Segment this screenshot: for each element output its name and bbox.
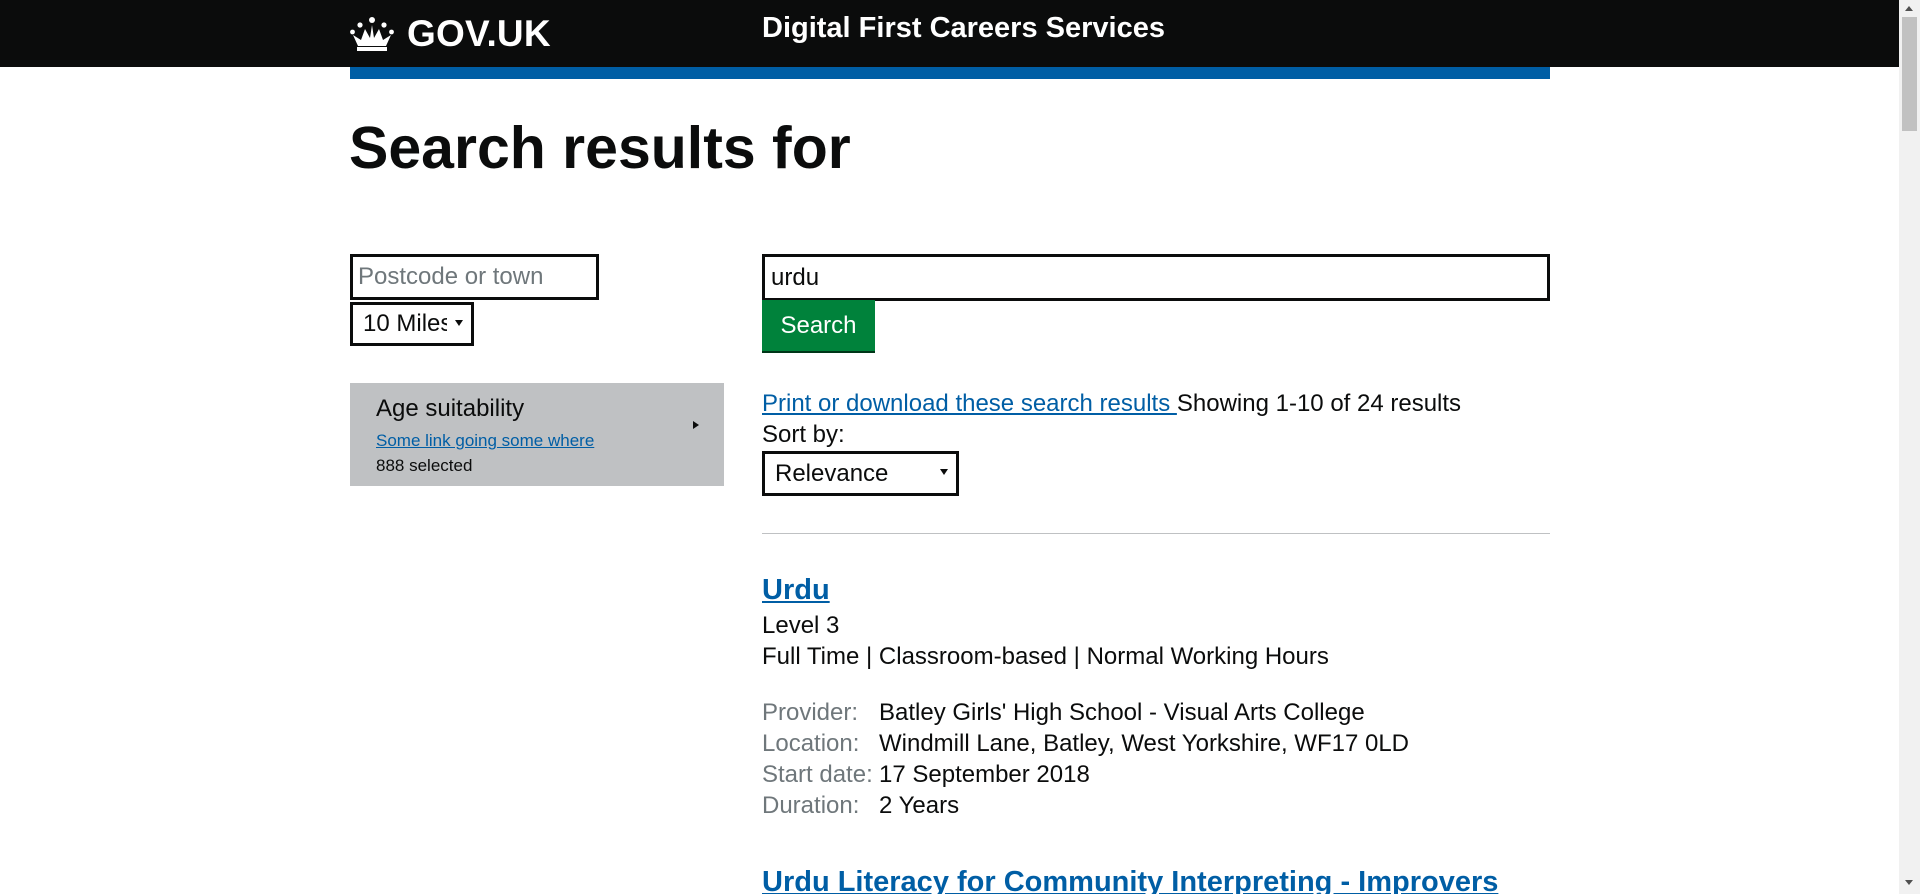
search-input[interactable] — [762, 254, 1550, 301]
meta-value: 17 September 2018 — [879, 761, 1090, 788]
facet-age-suitability[interactable]: Age suitability Some link going some whe… — [350, 383, 724, 486]
facet-title: Age suitability — [376, 395, 525, 422]
service-name-link[interactable]: Digital First Careers Services — [762, 12, 1165, 45]
print-download-link[interactable]: Print or download these search results — [762, 390, 1177, 417]
meta-value: 2 Years — [879, 792, 960, 819]
facet-selected-count: 888 selected — [376, 456, 473, 475]
result-level: Level 3 — [762, 612, 840, 639]
results-divider — [762, 533, 1550, 534]
vertical-scrollbar[interactable] — [1899, 0, 1920, 894]
distance-selected-value: 10 Miles — [363, 310, 447, 337]
meta-label: Duration: — [762, 792, 860, 819]
postcode-input[interactable] — [350, 254, 599, 300]
scroll-up-arrow-icon[interactable] — [1905, 6, 1913, 11]
site-header: GOV.UK Digital First Careers Services — [0, 0, 1899, 67]
result-title-link[interactable]: Urdu — [762, 574, 830, 607]
result-meta-row: Start date: 17 September 2018 — [762, 759, 1409, 790]
distance-select[interactable]: 10 Miles — [350, 302, 474, 346]
page-title: Search results for — [349, 115, 851, 181]
scroll-thumb[interactable] — [1902, 17, 1917, 131]
sort-label: Sort by: — [762, 421, 845, 448]
meta-value: Batley Girls' High School - Visual Arts … — [879, 699, 1365, 726]
results-count-text: Showing 1-10 of 24 results — [1176, 390, 1462, 417]
results-summary-line: Print or download these search results S… — [762, 390, 1461, 418]
meta-value: Windmill Lane, Batley, West Yorkshire, W… — [879, 730, 1409, 757]
facet-link[interactable]: Some link going some where — [376, 431, 594, 451]
result-meta-row: Location: Windmill Lane, Batley, West Yo… — [762, 728, 1409, 759]
meta-label: Start date: — [762, 761, 873, 788]
crown-icon — [350, 17, 394, 51]
result-meta-row: Provider: Batley Girls' High School - Vi… — [762, 697, 1409, 728]
result-meta-list: Provider: Batley Girls' High School - Vi… — [762, 697, 1409, 821]
dropdown-arrow-icon — [455, 320, 463, 326]
meta-label: Location: — [762, 730, 860, 757]
result-meta-row: Duration: 2 Years — [762, 790, 1409, 821]
search-button[interactable]: Search — [762, 300, 875, 351]
triangle-right-icon — [693, 421, 699, 429]
result-attributes: Full Time | Classroom-based | Normal Wor… — [762, 643, 1329, 670]
result-title-link[interactable]: Urdu Literacy for Community Interpreting… — [762, 866, 1498, 894]
meta-label: Provider: — [762, 699, 859, 726]
sort-select[interactable]: Relevance — [762, 451, 959, 496]
govuk-logo-link[interactable]: GOV.UK — [349, 12, 551, 56]
sort-selected-value: Relevance — [775, 459, 889, 487]
logo-text: GOV.UK — [407, 13, 551, 54]
dropdown-arrow-icon — [940, 469, 948, 475]
header-accent-bar — [350, 67, 1550, 79]
scroll-down-arrow-icon[interactable] — [1905, 880, 1913, 885]
